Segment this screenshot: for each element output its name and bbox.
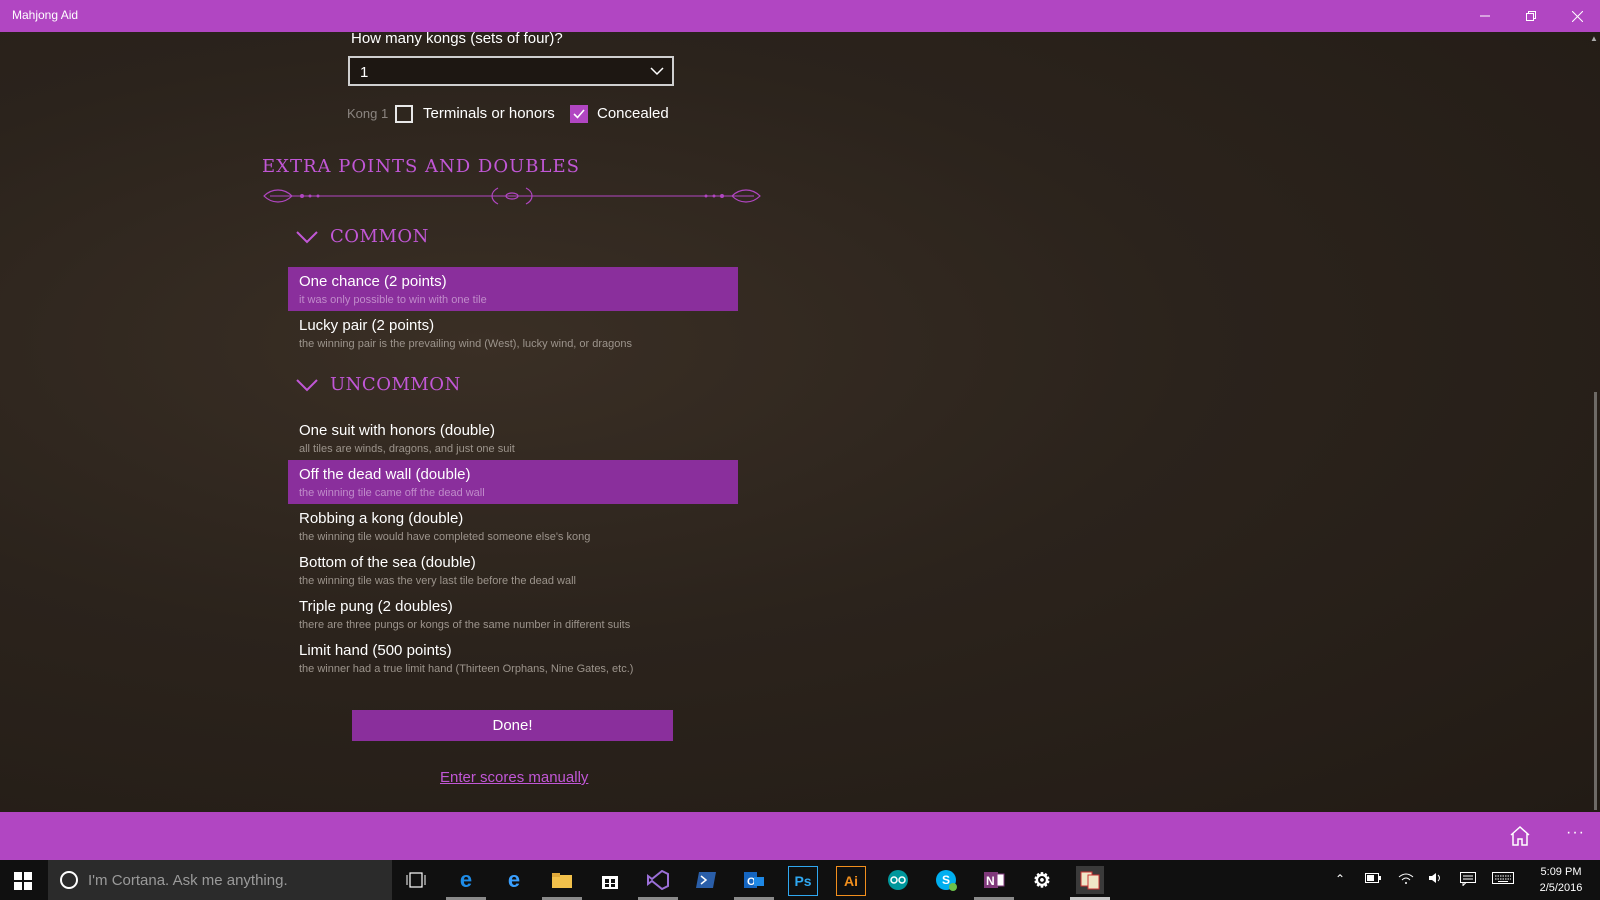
close-button[interactable] [1554, 0, 1600, 32]
store-icon[interactable] [596, 866, 624, 894]
skype-icon[interactable]: S [932, 866, 960, 894]
scroll-up-icon[interactable]: ▲ [1590, 34, 1598, 43]
option-title: One suit with honors (double) [299, 422, 495, 439]
kong-1-label: Kong 1 [347, 106, 389, 121]
more-button[interactable]: ··· [1566, 824, 1585, 842]
internet-explorer-icon[interactable]: e [500, 866, 528, 894]
option-description: the winning tile was the very last tile … [299, 575, 576, 587]
kong-count-value: 1 [360, 64, 369, 81]
option-description: the winning tile would have completed so… [299, 531, 591, 543]
mahjong-aid-taskbar-icon[interactable] [1076, 866, 1104, 894]
title-bar: Mahjong Aid [0, 0, 1600, 32]
close-icon [1571, 10, 1583, 22]
restore-button[interactable] [1508, 0, 1554, 32]
group-header-common[interactable]: COMMON [296, 226, 429, 247]
settings-gear-icon[interactable]: ⚙ [1028, 866, 1056, 894]
ornamental-divider [263, 187, 761, 205]
option-description: there are three pungs or kongs of the sa… [299, 619, 631, 631]
terminals-or-honors-label[interactable]: Terminals or honors [423, 105, 555, 122]
concealed-checkbox[interactable] [570, 105, 588, 123]
kong-count-dropdown[interactable]: 1 [348, 56, 674, 86]
option-triple-pung[interactable]: Triple pung (2 doubles) there are three … [288, 592, 738, 636]
option-bottom-of-the-sea[interactable]: Bottom of the sea (double) the winning t… [288, 548, 738, 592]
volume-icon[interactable] [1428, 872, 1444, 887]
visual-studio-icon[interactable] [644, 866, 672, 894]
option-title: Bottom of the sea (double) [299, 554, 476, 571]
option-description: the winning pair is the prevailing wind … [299, 338, 633, 350]
chevron-down-icon [296, 230, 318, 243]
svg-text:N: N [986, 874, 995, 888]
extras-section-title: EXTRA POINTS AND DOUBLES [262, 156, 580, 177]
windows-start-icon[interactable] [14, 872, 32, 890]
illustrator-icon[interactable]: Ai [836, 866, 866, 896]
scroll-thumb[interactable] [1594, 392, 1597, 810]
option-title: Limit hand (500 points) [299, 642, 452, 659]
chevron-down-icon [296, 378, 318, 391]
edge-icon[interactable]: e [452, 866, 480, 894]
home-icon[interactable] [1508, 824, 1532, 848]
chevron-down-icon [650, 67, 664, 76]
wifi-icon[interactable] [1398, 872, 1414, 887]
clock-time: 5:09 PM [1540, 866, 1582, 878]
option-title: Off the dead wall (double) [299, 466, 471, 483]
option-title: One chance (2 points) [299, 273, 447, 290]
svg-text:S: S [942, 873, 950, 887]
action-center-icon[interactable] [1460, 872, 1476, 889]
show-hidden-icons-icon[interactable]: ⌃ [1335, 872, 1345, 886]
checkmark-icon [573, 109, 585, 119]
photoshop-icon[interactable]: Ps [788, 866, 818, 896]
option-limit-hand[interactable]: Limit hand (500 points) the winner had a… [288, 636, 738, 680]
file-explorer-icon[interactable] [548, 866, 576, 894]
option-title: Triple pung (2 doubles) [299, 598, 453, 615]
done-button[interactable]: Done! [352, 710, 673, 741]
cortana-icon [60, 871, 78, 889]
task-view-icon[interactable] [402, 866, 430, 894]
minimize-button[interactable] [1462, 0, 1508, 32]
option-off-the-dead-wall[interactable]: Off the dead wall (double) the winning t… [288, 460, 738, 504]
option-one-chance[interactable]: One chance (2 points) it was only possib… [288, 267, 738, 311]
cortana-search-box[interactable]: I'm Cortana. Ask me anything. [48, 860, 392, 900]
enter-scores-manually-link[interactable]: Enter scores manually [440, 769, 588, 786]
minimize-icon [1480, 15, 1490, 17]
option-description: the winning tile came off the dead wall [299, 487, 485, 499]
terminals-or-honors-checkbox[interactable] [395, 105, 413, 123]
arduino-icon[interactable] [884, 866, 912, 894]
touch-keyboard-icon[interactable] [1492, 872, 1514, 887]
kong-count-question: How many kongs (sets of four)? [351, 30, 563, 47]
option-description: it was only possible to win with one til… [299, 294, 487, 306]
option-lucky-pair[interactable]: Lucky pair (2 points) the winning pair i… [288, 311, 738, 355]
window-title: Mahjong Aid [12, 8, 79, 22]
option-robbing-a-kong[interactable]: Robbing a kong (double) the winning tile… [288, 504, 738, 548]
group-header-uncommon[interactable]: UNCOMMON [296, 374, 461, 395]
option-title: Robbing a kong (double) [299, 510, 464, 527]
app-bar: ··· [0, 812, 1600, 860]
powershell-icon[interactable] [692, 866, 720, 894]
restore-icon [1526, 11, 1536, 21]
option-title: Lucky pair (2 points) [299, 317, 435, 334]
clock-date: 2/5/2016 [1539, 882, 1583, 894]
onenote-icon[interactable]: N [980, 866, 1008, 894]
option-description: all tiles are winds, dragons, and just o… [299, 443, 515, 455]
battery-icon[interactable] [1365, 872, 1381, 886]
option-description: the winner had a true limit hand (Thirte… [299, 663, 634, 675]
concealed-label[interactable]: Concealed [597, 105, 669, 122]
group-title-common: COMMON [330, 226, 429, 247]
scoring-page [0, 32, 1600, 812]
taskbar: I'm Cortana. Ask me anything. e e O Ps A… [0, 860, 1600, 900]
option-one-suit-with-honors[interactable]: One suit with honors (double) all tiles … [288, 416, 738, 460]
cortana-placeholder: I'm Cortana. Ask me anything. [88, 872, 288, 889]
taskbar-clock[interactable]: 5:09 PM 2/5/2016 [1530, 864, 1592, 896]
group-title-uncommon: UNCOMMON [330, 374, 461, 395]
outlook-icon[interactable]: O [740, 866, 768, 894]
